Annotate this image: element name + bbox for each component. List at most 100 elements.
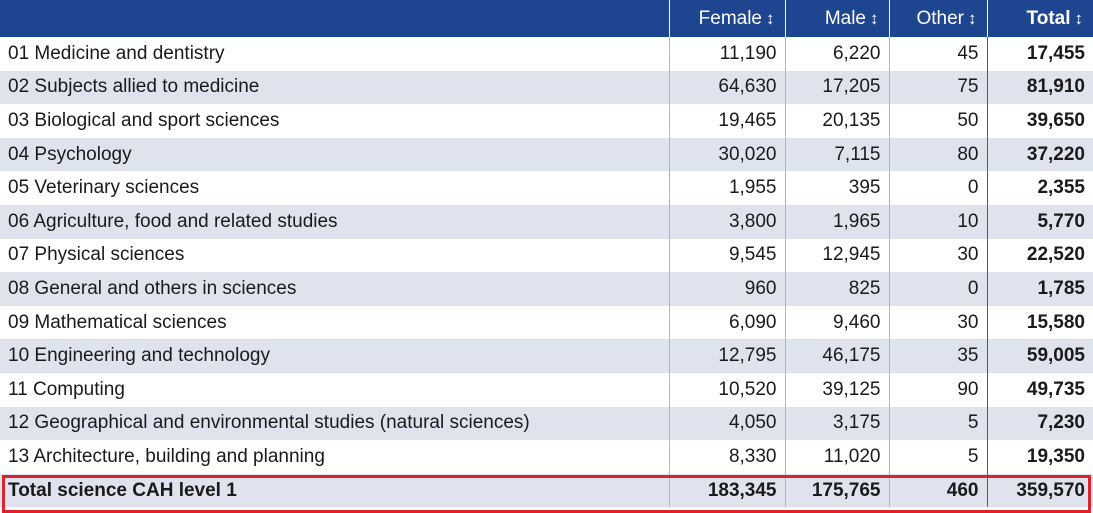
table-row: 01 Medicine and dentistry 11,190 6,220 4… (0, 37, 1093, 71)
sort-icon[interactable]: ↕ (870, 9, 879, 29)
total-cell: 19,350 (986, 440, 1093, 474)
male-column-header[interactable]: Male ↕ (784, 0, 889, 37)
subject-cell: 09 Mathematical sciences (0, 305, 669, 340)
subject-gender-table: Female ↕ Male ↕ Other ↕ Total ↕ 01 Medicine … (0, 0, 1093, 508)
other-cell: 30 (888, 305, 987, 340)
table-row: 12 Geographical and environmental studie… (0, 406, 1093, 441)
female-cell: 8,330 (668, 440, 785, 474)
table-row: 07 Physical sciences 9,545 12,945 30 22,… (0, 238, 1093, 273)
total-header-label: Total (1026, 7, 1071, 29)
female-cell: 30,020 (668, 137, 785, 172)
male-cell: 6,220 (784, 37, 889, 71)
table-row: 04 Psychology 30,020 7,115 80 37,220 (0, 137, 1093, 172)
table-row: 13 Architecture, building and planning 8… (0, 440, 1093, 474)
subject-cell: 04 Psychology (0, 137, 669, 172)
subject-cell: 13 Architecture, building and planning (0, 440, 669, 474)
male-cell: 825 (784, 272, 889, 306)
other-header-label: Other (916, 7, 964, 29)
female-cell: 19,465 (668, 104, 785, 138)
female-cell: 1,955 (668, 171, 785, 205)
other-cell: 5 (888, 440, 987, 474)
table-row: 09 Mathematical sciences 6,090 9,460 30 … (0, 305, 1093, 340)
other-cell: 5 (888, 406, 987, 441)
male-cell: 3,175 (784, 406, 889, 441)
total-column-header[interactable]: Total ↕ (986, 0, 1093, 37)
male-cell: 1,965 (784, 204, 889, 239)
other-cell: 0 (888, 272, 987, 306)
header-row: Female ↕ Male ↕ Other ↕ Total ↕ (0, 0, 1093, 37)
data-table-container: Female ↕ Male ↕ Other ↕ Total ↕ 01 Medicine … (0, 0, 1093, 513)
male-cell: 12,945 (784, 238, 889, 273)
other-cell: 30 (888, 238, 987, 273)
total-cell: 37,220 (986, 137, 1093, 172)
summary-total-cell: 359,570 (986, 473, 1093, 508)
subject-cell: 05 Veterinary sciences (0, 171, 669, 205)
other-cell: 50 (888, 104, 987, 138)
male-cell: 395 (784, 171, 889, 205)
total-cell: 2,355 (986, 171, 1093, 205)
summary-row: Total science CAH level 1 183,345 175,76… (0, 473, 1093, 508)
female-cell: 64,630 (668, 70, 785, 105)
sort-icon[interactable]: ↕ (968, 9, 977, 29)
table-row: 10 Engineering and technology 12,795 46,… (0, 339, 1093, 373)
other-cell: 75 (888, 70, 987, 105)
subject-cell: 07 Physical sciences (0, 238, 669, 273)
female-column-header[interactable]: Female ↕ (668, 0, 785, 37)
table-row: 03 Biological and sport sciences 19,465 … (0, 104, 1093, 138)
total-cell: 81,910 (986, 70, 1093, 105)
subject-cell: 12 Geographical and environmental studie… (0, 406, 669, 441)
total-cell: 15,580 (986, 305, 1093, 340)
male-cell: 46,175 (784, 339, 889, 373)
subject-cell: 08 General and others in sciences (0, 272, 669, 306)
subject-column-header (0, 0, 669, 37)
subject-cell: 06 Agriculture, food and related studies (0, 204, 669, 239)
male-cell: 9,460 (784, 305, 889, 340)
female-cell: 960 (668, 272, 785, 306)
summary-other-cell: 460 (888, 473, 987, 508)
subject-cell: 01 Medicine and dentistry (0, 37, 669, 71)
sort-icon[interactable]: ↕ (766, 9, 775, 29)
subject-cell: 02 Subjects allied to medicine (0, 70, 669, 105)
subject-cell: 11 Computing (0, 372, 669, 407)
female-cell: 12,795 (668, 339, 785, 373)
total-cell: 39,650 (986, 104, 1093, 138)
total-cell: 49,735 (986, 372, 1093, 407)
subject-cell: 03 Biological and sport sciences (0, 104, 669, 138)
other-cell: 45 (888, 37, 987, 71)
summary-subject-cell: Total science CAH level 1 (0, 473, 669, 508)
female-cell: 10,520 (668, 372, 785, 407)
other-cell: 10 (888, 204, 987, 239)
sort-icon[interactable]: ↕ (1075, 9, 1084, 29)
summary-male-cell: 175,765 (784, 473, 889, 508)
total-cell: 1,785 (986, 272, 1093, 306)
female-cell: 11,190 (668, 37, 785, 71)
total-cell: 22,520 (986, 238, 1093, 273)
table-row: 05 Veterinary sciences 1,955 395 0 2,355 (0, 171, 1093, 205)
table-row: 06 Agriculture, food and related studies… (0, 204, 1093, 239)
female-cell: 9,545 (668, 238, 785, 273)
male-cell: 39,125 (784, 372, 889, 407)
total-cell: 59,005 (986, 339, 1093, 373)
summary-female-cell: 183,345 (668, 473, 785, 508)
female-cell: 3,800 (668, 204, 785, 239)
other-cell: 90 (888, 372, 987, 407)
other-column-header[interactable]: Other ↕ (888, 0, 987, 37)
male-cell: 17,205 (784, 70, 889, 105)
total-cell: 5,770 (986, 204, 1093, 239)
total-cell: 17,455 (986, 37, 1093, 71)
subject-cell: 10 Engineering and technology (0, 339, 669, 373)
table-row: 08 General and others in sciences 960 82… (0, 272, 1093, 306)
male-cell: 7,115 (784, 137, 889, 172)
male-cell: 20,135 (784, 104, 889, 138)
male-header-label: Male (824, 7, 866, 29)
other-cell: 0 (888, 171, 987, 205)
other-cell: 80 (888, 137, 987, 172)
male-cell: 11,020 (784, 440, 889, 474)
total-cell: 7,230 (986, 406, 1093, 441)
other-cell: 35 (888, 339, 987, 373)
table-row: 02 Subjects allied to medicine 64,630 17… (0, 70, 1093, 105)
female-cell: 4,050 (668, 406, 785, 441)
table-row: 11 Computing 10,520 39,125 90 49,735 (0, 372, 1093, 407)
female-cell: 6,090 (668, 305, 785, 340)
female-header-label: Female (698, 7, 762, 29)
